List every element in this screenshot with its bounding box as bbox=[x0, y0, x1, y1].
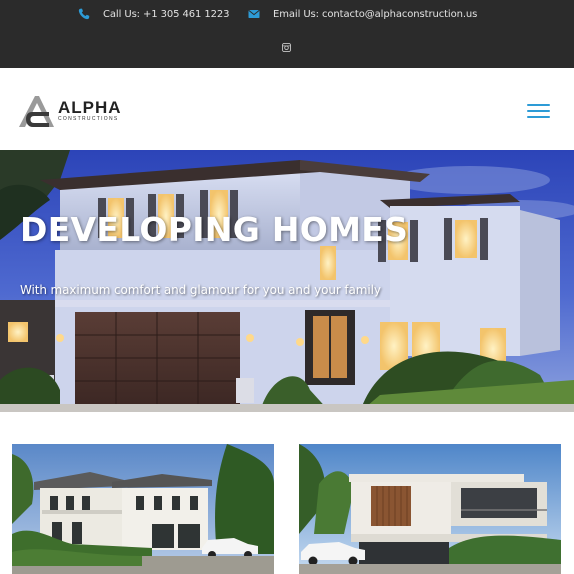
logo-name: ALPHA bbox=[58, 98, 122, 117]
colonial-house-rendering bbox=[12, 444, 274, 574]
modern-house-rendering bbox=[299, 444, 561, 574]
logo-subtitle: CONSTRUCTIONS bbox=[58, 116, 119, 122]
envelope-icon bbox=[248, 10, 260, 18]
hero-banner: DEVELOPING HOMES With maximum comfort an… bbox=[0, 150, 574, 412]
phone-text: Call Us: +1 305 461 1223 bbox=[103, 8, 230, 20]
hero-subtitle: With maximum comfort and glamour for you… bbox=[20, 283, 381, 297]
project-card-colonial[interactable] bbox=[12, 444, 274, 574]
top-contact-bar: Call Us: +1 305 461 1223 Email Us: conta… bbox=[0, 0, 574, 68]
project-card-modern[interactable] bbox=[299, 444, 561, 574]
email-text: Email Us: contacto@alphaconstruction.us bbox=[273, 8, 478, 20]
hero-title: DEVELOPING HOMES bbox=[20, 210, 409, 249]
phone-contact[interactable]: Call Us: +1 305 461 1223 bbox=[78, 7, 230, 21]
instagram-icon[interactable] bbox=[282, 43, 291, 52]
hero-house-image bbox=[0, 150, 574, 412]
hamburger-menu-icon[interactable] bbox=[527, 102, 550, 118]
site-logo[interactable]: ALPHA CONSTRUCTIONS bbox=[16, 92, 131, 130]
site-header: ALPHA CONSTRUCTIONS bbox=[0, 68, 574, 150]
phone-icon bbox=[78, 8, 90, 20]
email-contact[interactable]: Email Us: contacto@alphaconstruction.us bbox=[248, 7, 477, 21]
alpha-logo-icon bbox=[19, 96, 54, 127]
